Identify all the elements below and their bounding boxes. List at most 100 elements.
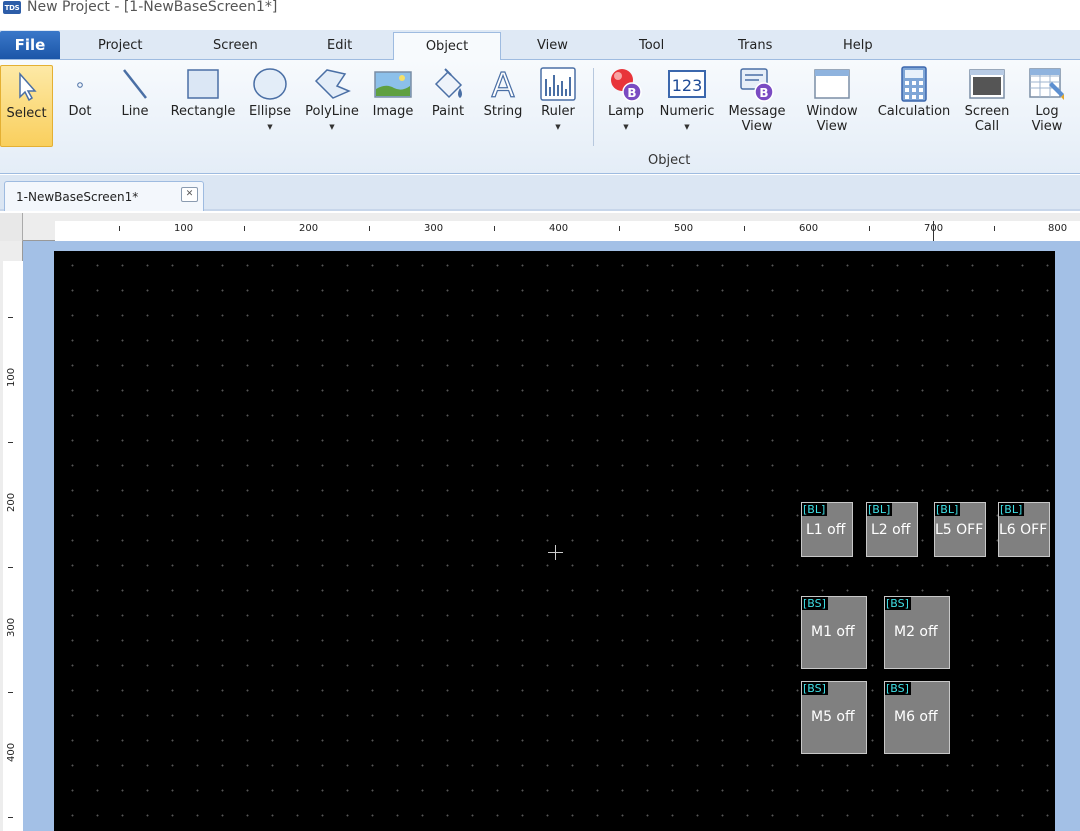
tab-tool[interactable]: Tool bbox=[639, 38, 664, 53]
numeric-tool-button[interactable]: 123 Numeric ▼ bbox=[657, 64, 717, 131]
object-type-tag: [BL] bbox=[999, 503, 1025, 516]
log-view-icon bbox=[1029, 64, 1065, 104]
select-tool-button[interactable]: Select bbox=[0, 65, 53, 147]
ruler-label: 200 bbox=[6, 492, 17, 512]
object-type-tag: [BL] bbox=[867, 503, 893, 516]
chevron-down-icon: ▼ bbox=[329, 123, 335, 131]
ruler-label: 200 bbox=[299, 223, 319, 234]
ruler-label: 400 bbox=[549, 223, 569, 234]
title-bar: TDS New Project - [1-NewBaseScreen1*] bbox=[0, 0, 1080, 30]
object-type-tag: [BL] bbox=[802, 503, 828, 516]
tab-help[interactable]: Help bbox=[843, 38, 873, 53]
object-label: M5 off bbox=[811, 709, 855, 725]
bit-lamp-object[interactable]: [BL] L6 OFF bbox=[998, 502, 1050, 557]
file-menu-button[interactable]: File bbox=[0, 31, 60, 59]
object-label: M1 off bbox=[811, 624, 855, 640]
close-icon[interactable]: ✕ bbox=[181, 187, 198, 202]
document-tab[interactable]: 1-NewBaseScreen1* ✕ bbox=[4, 181, 204, 211]
ruler-corner bbox=[0, 213, 23, 241]
svg-text:A: A bbox=[491, 67, 514, 101]
ribbon-panel: Select Dot Line Rectangle Ellipse ▼ Poly… bbox=[0, 60, 1080, 174]
calculator-icon bbox=[901, 64, 927, 104]
ruler-label: 800 bbox=[1048, 223, 1068, 234]
screen-call-tool-button[interactable]: Screen Call bbox=[962, 64, 1012, 134]
bit-switch-object[interactable]: [BS] M5 off bbox=[801, 681, 867, 754]
polyline-tool-button[interactable]: PolyLine ▼ bbox=[303, 64, 361, 131]
document-tab-bar: 1-NewBaseScreen1* ✕ bbox=[0, 175, 1080, 211]
tab-object[interactable]: Object bbox=[393, 32, 501, 61]
message-view-tool-button[interactable]: B Message View bbox=[726, 64, 788, 134]
ruler-label: 100 bbox=[6, 367, 17, 387]
ribbon-group-label: Object bbox=[648, 153, 691, 168]
chevron-down-icon: ▼ bbox=[267, 123, 273, 131]
cursor-arrow-icon bbox=[14, 66, 40, 106]
crosshair-cursor-icon bbox=[555, 545, 556, 560]
object-type-tag: [BS] bbox=[885, 597, 911, 610]
bit-switch-object[interactable]: [BS] M1 off bbox=[801, 596, 867, 669]
object-label: L1 off bbox=[806, 522, 846, 538]
line-tool-button[interactable]: Line bbox=[116, 64, 154, 119]
ruler-label: 300 bbox=[424, 223, 444, 234]
window-view-tool-button[interactable]: Window View bbox=[800, 64, 864, 134]
app-logo-icon: TDS bbox=[3, 1, 21, 14]
window-title: New Project - [1-NewBaseScreen1*] bbox=[27, 0, 278, 15]
ellipse-icon bbox=[252, 64, 288, 104]
object-label: L5 OFF bbox=[935, 522, 984, 538]
ruler-label: 100 bbox=[174, 223, 194, 234]
object-label: M2 off bbox=[894, 624, 938, 640]
ellipse-tool-button[interactable]: Ellipse ▼ bbox=[247, 64, 293, 131]
svg-text:B: B bbox=[759, 86, 768, 100]
object-type-tag: [BL] bbox=[935, 503, 961, 516]
ruler-label: 300 bbox=[6, 617, 17, 637]
ruler-label: 500 bbox=[674, 223, 694, 234]
vertical-ruler: 100 200 300 400 bbox=[0, 241, 23, 831]
ruler-bars-icon bbox=[540, 64, 576, 104]
ruler-label: 600 bbox=[799, 223, 819, 234]
numeric-123-icon: 123 bbox=[668, 64, 706, 104]
string-text-icon: A bbox=[486, 64, 520, 104]
tab-trans[interactable]: Trans bbox=[738, 38, 772, 53]
ruler-tool-button[interactable]: Ruler ▼ bbox=[536, 64, 580, 131]
tab-screen[interactable]: Screen bbox=[213, 38, 258, 53]
rectangle-icon bbox=[186, 64, 220, 104]
object-type-tag: [BS] bbox=[802, 682, 828, 695]
bit-lamp-object[interactable]: [BL] L2 off bbox=[866, 502, 918, 557]
cursor-position-marker bbox=[933, 221, 934, 241]
tab-edit[interactable]: Edit bbox=[327, 38, 352, 53]
window-view-icon bbox=[814, 64, 850, 104]
object-type-tag: [BS] bbox=[802, 597, 828, 610]
svg-text:123: 123 bbox=[672, 76, 703, 95]
object-label: L2 off bbox=[871, 522, 911, 538]
string-tool-button[interactable]: A String bbox=[480, 64, 526, 119]
bit-lamp-object[interactable]: [BL] L5 OFF bbox=[934, 502, 986, 557]
rectangle-tool-button[interactable]: Rectangle bbox=[168, 64, 238, 119]
chevron-down-icon: ▼ bbox=[684, 123, 690, 131]
chevron-down-icon: ▼ bbox=[555, 123, 561, 131]
tab-view[interactable]: View bbox=[537, 38, 568, 53]
object-type-tag: [BS] bbox=[885, 682, 911, 695]
bit-switch-object[interactable]: [BS] M6 off bbox=[884, 681, 950, 754]
screen-call-icon bbox=[969, 64, 1005, 104]
dot-tool-button[interactable]: Dot bbox=[62, 64, 98, 119]
lamp-icon: B bbox=[608, 64, 644, 104]
svg-text:B: B bbox=[627, 86, 636, 100]
ribbon-group-separator bbox=[593, 68, 594, 146]
ruler-label: 400 bbox=[6, 742, 17, 762]
log-view-tool-button[interactable]: Log View bbox=[1022, 64, 1072, 134]
lamp-tool-button[interactable]: B Lamp ▼ bbox=[604, 64, 648, 131]
paint-tool-button[interactable]: Paint bbox=[426, 64, 470, 119]
dot-icon bbox=[72, 64, 88, 104]
ribbon-tab-bar: File Project Screen Edit Object View Too… bbox=[0, 30, 1080, 61]
bit-lamp-object[interactable]: [BL] L1 off bbox=[801, 502, 853, 557]
image-icon bbox=[374, 64, 412, 104]
image-tool-button[interactable]: Image bbox=[370, 64, 416, 119]
tab-project[interactable]: Project bbox=[98, 38, 142, 53]
object-label: L6 OFF bbox=[999, 522, 1048, 538]
document-tab-title: 1-NewBaseScreen1* bbox=[16, 190, 139, 204]
object-label: M6 off bbox=[894, 709, 938, 725]
message-view-icon: B bbox=[739, 64, 775, 104]
paint-bucket-icon bbox=[430, 64, 466, 104]
calculation-tool-button[interactable]: Calculation bbox=[874, 64, 954, 119]
bit-switch-object[interactable]: [BS] M2 off bbox=[884, 596, 950, 669]
polyline-icon bbox=[313, 64, 351, 104]
